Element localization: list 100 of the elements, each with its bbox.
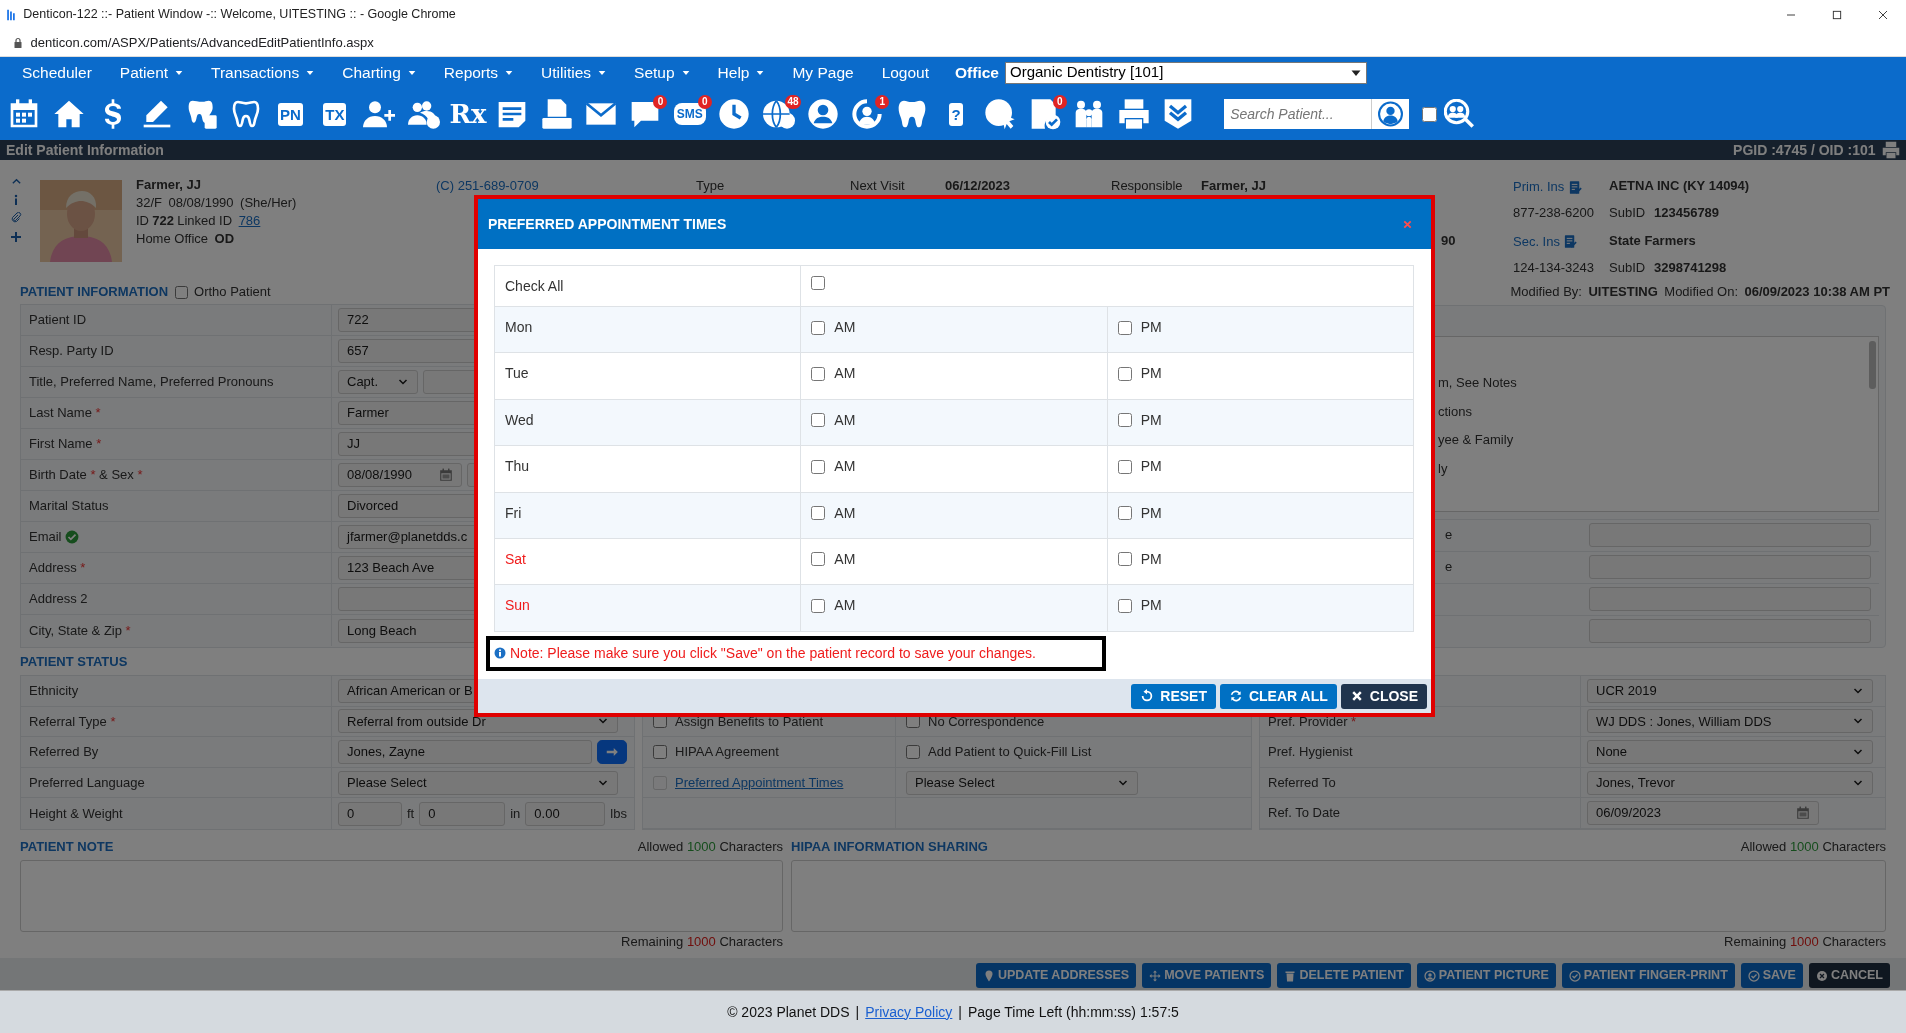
remaining-count: Remaining 1000 Characters: [621, 934, 783, 950]
day-label: Wed: [505, 411, 534, 428]
section-title: PATIENT NOTE: [20, 838, 114, 857]
field-label: Height & Weight: [28, 804, 123, 823]
unit-label: in: [510, 804, 521, 823]
field-label: Pref. Provider *: [1267, 712, 1357, 731]
section-title: HIPAA INFORMATION SHARING: [791, 838, 988, 857]
birth-date: 08/08/1990: [168, 194, 234, 212]
list-item: ctions: [1438, 402, 1473, 421]
list-item: m, See Notes: [1438, 374, 1518, 392]
note-text: Note: Please make sure you click "Save" on the patient record to save your changes.: [510, 643, 1036, 663]
checkbox-label: No Correspondence: [928, 712, 1045, 731]
field-label: Email: [28, 528, 62, 547]
subid: 3298741298: [1654, 258, 1728, 277]
checkbox-label: Add Patient to Quick-Fill List: [928, 743, 1092, 762]
home-office-label: Home Office: [136, 230, 208, 248]
home-office: OD: [214, 230, 234, 248]
page-title: Edit Patient Information: [6, 140, 164, 160]
insurance-phone: 124-134-3243: [1513, 258, 1595, 277]
modified-by-label: Modified By:: [1510, 283, 1582, 302]
character-limit: Allowed 1000 Characters: [637, 838, 783, 857]
field-label: Resp. Party ID: [28, 342, 114, 361]
field-label: Birth Date * & Sex *: [28, 466, 143, 485]
field-label: Referred By: [28, 743, 99, 762]
field-label: Address 2: [28, 590, 88, 609]
field-label: Referred To: [1267, 773, 1336, 792]
count-badge: 1: [875, 95, 890, 109]
field-label: First Name *: [28, 435, 102, 454]
row-label: Check All: [505, 278, 564, 294]
patient-id: 722: [152, 212, 174, 230]
checkbox-label: AM: [834, 457, 856, 477]
character-limit: Allowed 1000 Characters: [1740, 838, 1886, 857]
checkbox-label: AM: [834, 549, 856, 569]
list-item: ly: [1438, 459, 1449, 478]
checkbox-label: AM: [834, 364, 856, 384]
section-title: PATIENT STATUS: [20, 652, 128, 671]
checkbox-label: AM: [834, 318, 856, 337]
field-label: e: [1445, 558, 1454, 577]
linked-id-label: Linked ID: [177, 212, 233, 230]
field-label: Ethnicity: [28, 682, 79, 701]
subid-label: SubID: [1609, 258, 1647, 277]
checkbox-label: AM: [834, 503, 856, 523]
info-text: 90: [1441, 232, 1456, 250]
responsible-label: Responsible: [1111, 177, 1183, 195]
separator: |: [855, 1002, 860, 1022]
insurance-name: AETNA INC (KY 14094): [1609, 177, 1751, 195]
count-badge: 0: [697, 95, 712, 109]
insurance-name: State Farmers: [1609, 231, 1697, 250]
checkbox-label: PM: [1140, 596, 1162, 616]
unit-label: lbs: [610, 804, 627, 823]
unit-label: ft: [407, 804, 415, 823]
checkbox-label: PM: [1140, 364, 1162, 384]
dialog-title: PREFERRED APPOINTMENT TIMES: [488, 214, 727, 234]
subid: 123456789: [1654, 204, 1721, 223]
record-ids: PGID :4745 / OID :101: [1733, 140, 1876, 160]
modified-on-label: Modified On:: [1664, 283, 1738, 302]
field-label: e: [1445, 526, 1454, 545]
responsible: Farmer, JJ: [1201, 177, 1267, 195]
separator: |: [958, 1002, 962, 1022]
count-badge: 0: [653, 95, 668, 109]
list-item: yee & Family: [1438, 431, 1515, 449]
checkbox-label: PM: [1140, 318, 1162, 337]
day-label: Tue: [505, 365, 529, 382]
office-label: Office: [955, 62, 999, 83]
day-label: Fri: [505, 504, 522, 521]
modified-by: UITESTING: [1588, 283, 1658, 302]
field-label: Ref. To Date: [1267, 804, 1341, 823]
pronouns: (She/Her): [240, 194, 297, 212]
day-label: Sat: [505, 550, 526, 567]
checkbox-label: PM: [1140, 549, 1162, 569]
next-visit: 06/12/2023: [945, 177, 1011, 195]
day-label: Sun: [505, 597, 530, 614]
patient-name: Farmer, JJ: [136, 176, 203, 194]
day-label: Mon: [505, 319, 533, 335]
count-badge: 48: [785, 95, 801, 109]
checkbox-label: AM: [834, 596, 856, 616]
field-label: Last Name *: [28, 404, 101, 423]
field-label: Preferred Language: [28, 773, 145, 792]
checkbox-label: PM: [1140, 457, 1162, 477]
time-left-text: Page Time Left (hh:mm:ss) 1:57:5: [967, 1002, 1179, 1022]
type-label: Type: [696, 177, 725, 195]
checkbox-label: PM: [1140, 503, 1162, 523]
field-label: Title, Preferred Name, Preferred Pronouns: [28, 373, 274, 392]
field-label: Pref. Hygienist: [1267, 743, 1353, 762]
checkbox-label: Ortho Patient: [194, 283, 271, 302]
field-label: City, State & Zip *: [28, 621, 131, 640]
insurance-phone: 877-238-6200: [1513, 204, 1595, 223]
checkbox-label: PM: [1140, 410, 1162, 430]
window-title: Denticon-122 ::- Patient Window -:: Welcome, UITESTING :: - Google Chrome: [23, 6, 457, 24]
copyright-text: © 2023 Planet DDS: [727, 1002, 850, 1022]
count-badge: 0: [1052, 95, 1067, 109]
day-label: Thu: [505, 458, 530, 475]
modified-on: 06/09/2023 10:38 AM PT: [1744, 283, 1890, 302]
id-label: ID: [136, 212, 149, 230]
checkbox-label: Assign Benefits to Patient: [675, 712, 824, 731]
section-title: PATIENT INFORMATION: [20, 283, 169, 302]
next-visit-label: Next Visit: [850, 177, 905, 195]
subid-label: SubID: [1609, 204, 1647, 223]
field-label: Patient ID: [28, 311, 87, 330]
field-label: Referral Type *: [28, 712, 116, 731]
